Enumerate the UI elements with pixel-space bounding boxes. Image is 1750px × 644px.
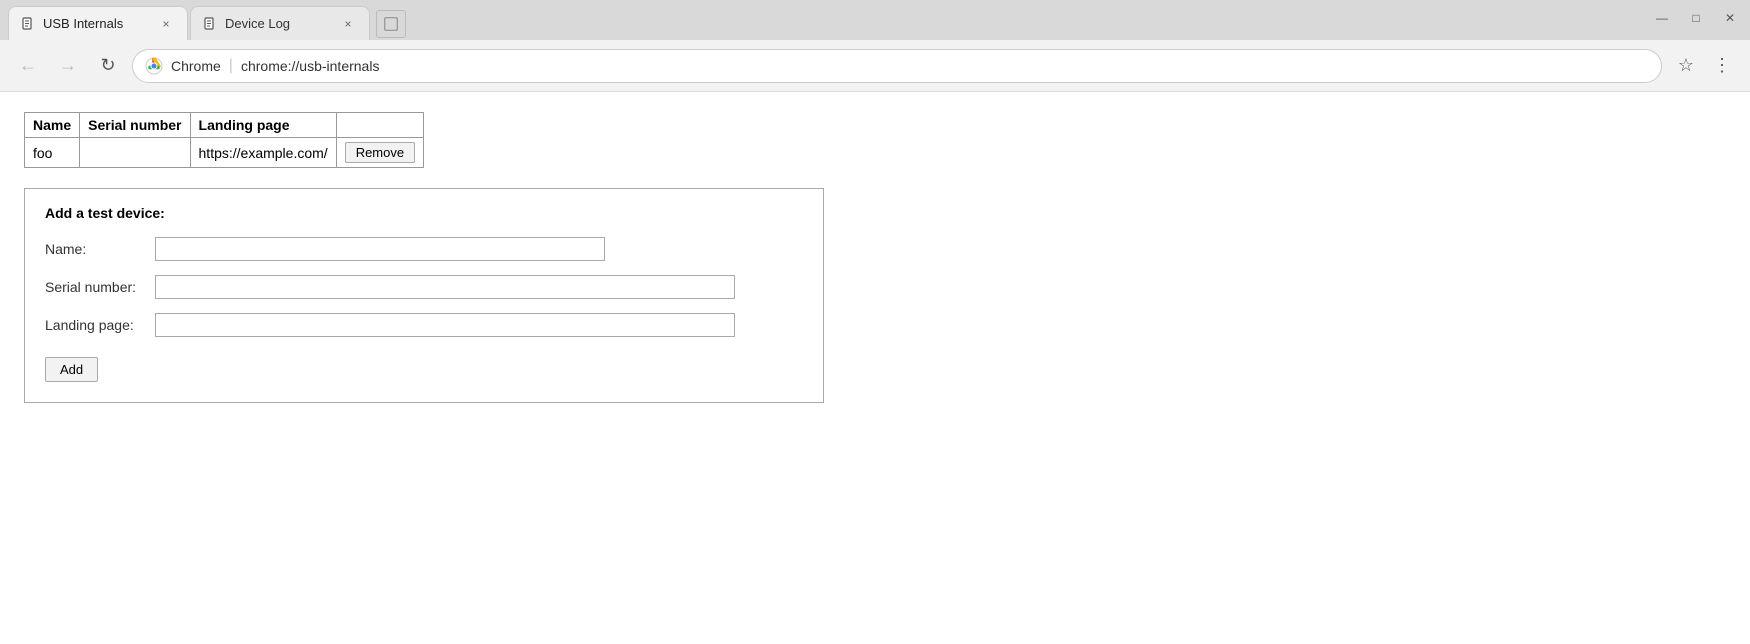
chrome-logo-icon xyxy=(145,57,163,75)
address-url: chrome://usb-internals xyxy=(241,58,380,74)
col-serial-header: Serial number xyxy=(80,113,190,138)
window-controls: — □ ✕ xyxy=(1654,10,1738,26)
chrome-label: Chrome xyxy=(171,58,221,74)
add-device-form: Add a test device: Name: Serial number: … xyxy=(24,188,824,403)
document-icon-2 xyxy=(203,17,217,31)
device-name-cell: foo xyxy=(25,138,80,168)
name-row: Name: xyxy=(45,237,803,261)
toolbar-right: ☆ ⋮ xyxy=(1670,50,1738,82)
document-icon xyxy=(21,17,35,31)
forward-button[interactable]: → xyxy=(52,50,84,82)
col-action-header xyxy=(336,113,423,138)
menu-button[interactable]: ⋮ xyxy=(1706,50,1738,82)
main-content: Name Serial number Landing page foo http… xyxy=(0,92,1750,644)
device-action-cell: Remove xyxy=(336,138,423,168)
tab-usb-internals-title: USB Internals xyxy=(43,16,149,31)
device-serial-cell xyxy=(80,138,190,168)
maximize-button[interactable]: □ xyxy=(1688,10,1704,26)
back-icon: ← xyxy=(19,55,37,76)
toolbar: ← → ↻ Chrome | chrome://usb-internals ☆ xyxy=(0,40,1750,92)
serial-row: Serial number: xyxy=(45,275,803,299)
tab-usb-internals-close[interactable]: × xyxy=(157,15,175,33)
new-tab-button[interactable] xyxy=(376,10,406,38)
tab-device-log-title: Device Log xyxy=(225,16,331,31)
serial-input[interactable] xyxy=(155,275,735,299)
device-landing-cell: https://example.com/ xyxy=(190,138,336,168)
tab-list: USB Internals × Device Log × xyxy=(0,6,406,40)
add-device-title: Add a test device: xyxy=(45,205,803,221)
address-separator: | xyxy=(229,57,233,75)
table-row: foo https://example.com/ Remove xyxy=(25,138,424,168)
tab-device-log-close[interactable]: × xyxy=(339,15,357,33)
device-table: Name Serial number Landing page foo http… xyxy=(24,112,424,168)
name-input[interactable] xyxy=(155,237,605,261)
bookmark-button[interactable]: ☆ xyxy=(1670,50,1702,82)
refresh-icon: ↻ xyxy=(100,55,115,76)
add-button[interactable]: Add xyxy=(45,357,98,382)
remove-button[interactable]: Remove xyxy=(345,142,415,163)
bookmark-icon: ☆ xyxy=(1678,55,1694,76)
menu-icon: ⋮ xyxy=(1713,55,1731,76)
back-button[interactable]: ← xyxy=(12,50,44,82)
tab-usb-internals[interactable]: USB Internals × xyxy=(8,6,188,40)
col-name-header: Name xyxy=(25,113,80,138)
close-button[interactable]: ✕ xyxy=(1722,10,1738,26)
name-label: Name: xyxy=(45,241,155,257)
landing-label: Landing page: xyxy=(45,317,155,333)
minimize-button[interactable]: — xyxy=(1654,10,1670,26)
tab-device-log[interactable]: Device Log × xyxy=(190,6,370,40)
forward-icon: → xyxy=(59,55,77,76)
refresh-button[interactable]: ↻ xyxy=(92,50,124,82)
col-landing-header: Landing page xyxy=(190,113,336,138)
title-bar: USB Internals × Device Log × — □ ✕ xyxy=(0,0,1750,40)
landing-input[interactable] xyxy=(155,313,735,337)
serial-label: Serial number: xyxy=(45,279,155,295)
landing-row: Landing page: xyxy=(45,313,803,337)
address-bar[interactable]: Chrome | chrome://usb-internals xyxy=(132,49,1662,83)
